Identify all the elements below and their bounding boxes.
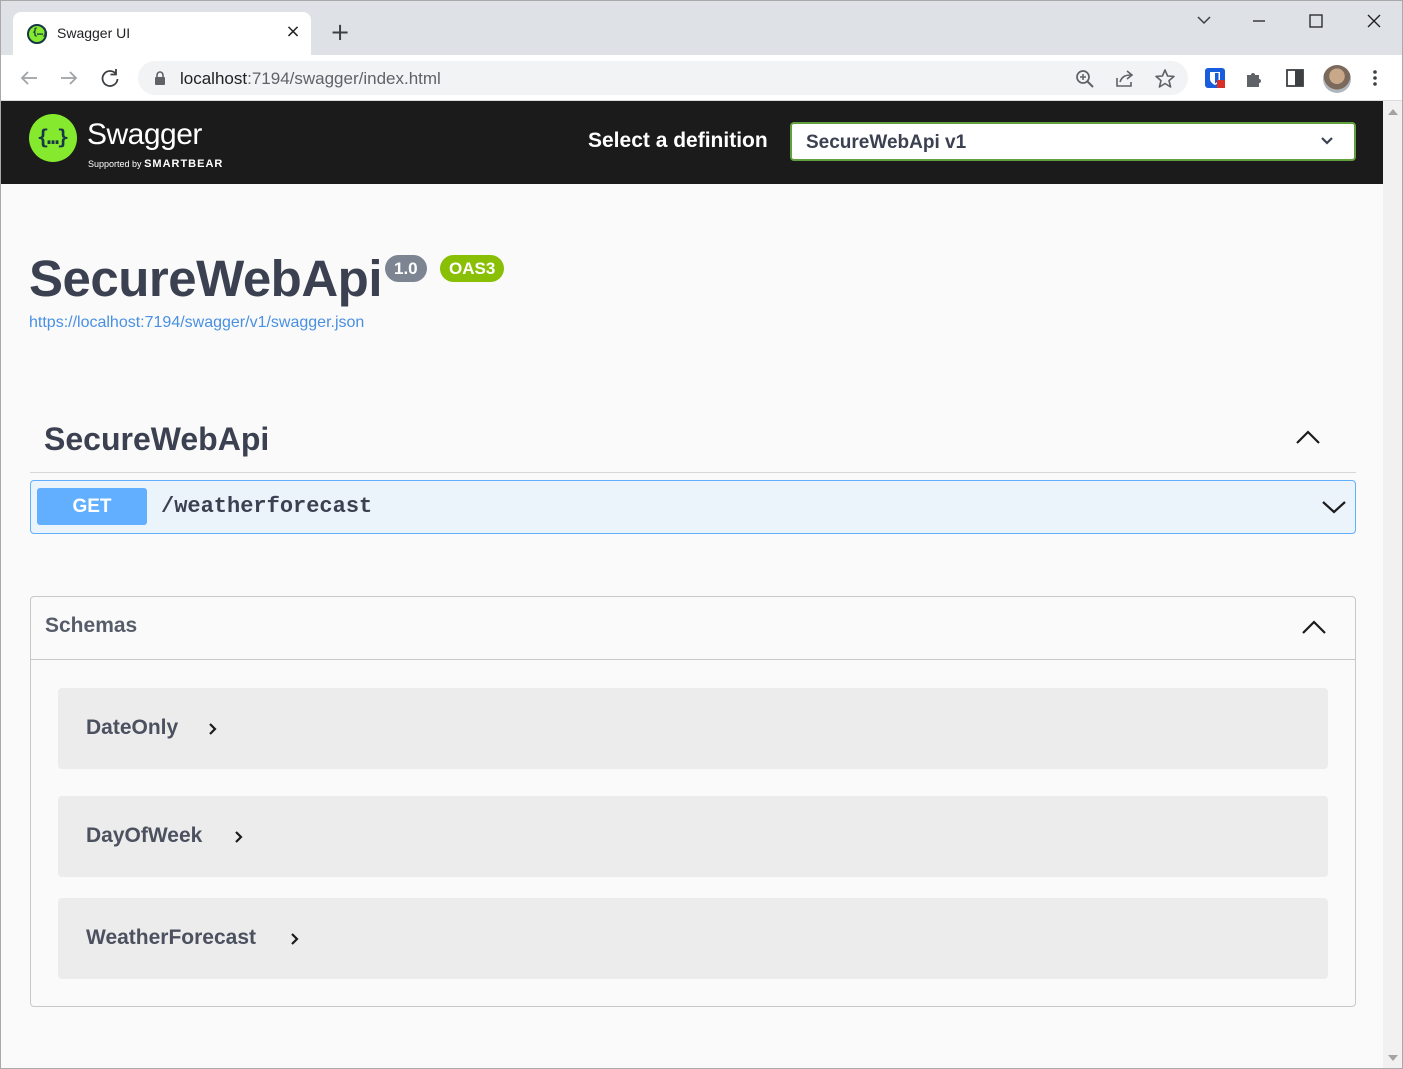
chevron-down-icon <box>1321 137 1333 145</box>
http-method-badge: GET <box>37 488 147 525</box>
chevron-up-icon[interactable] <box>1301 619 1327 635</box>
tab-title: Swagger UI <box>57 25 131 41</box>
swagger-logo-icon[interactable]: {…} <box>29 114 77 162</box>
chevron-right-icon[interactable] <box>234 829 244 845</box>
schemas-section: Schemas DateOnly DayOfWeek WeatherForeca… <box>30 596 1356 1007</box>
bookmark-star-icon[interactable] <box>1154 68 1176 90</box>
spec-json-link[interactable]: https://localhost:7194/swagger/v1/swagge… <box>29 314 364 332</box>
lock-icon[interactable] <box>154 71 166 85</box>
chevron-right-icon[interactable] <box>290 931 300 947</box>
definition-selected-value: SecureWebApi v1 <box>806 132 967 153</box>
page-viewport: {…} Swagger Supported by SMARTBEAR Selec… <box>1 101 1383 1068</box>
forward-icon[interactable] <box>56 65 82 91</box>
model-weather-forecast[interactable]: WeatherForecast <box>58 898 1328 979</box>
reload-icon[interactable] <box>97 65 123 91</box>
tag-name: SecureWebApi <box>44 421 270 457</box>
maximize-icon[interactable] <box>1301 9 1331 33</box>
bitwarden-extension-icon[interactable] <box>1204 67 1226 89</box>
operation-get-weatherforecast[interactable]: GET /weatherforecast <box>30 480 1356 534</box>
address-bar[interactable]: localhost:7194/swagger/index.html <box>138 61 1188 95</box>
swagger-brand[interactable]: Swagger <box>87 118 202 152</box>
profile-avatar[interactable] <box>1323 65 1351 93</box>
side-panel-icon[interactable] <box>1284 67 1306 89</box>
model-name: WeatherForecast <box>86 926 257 949</box>
smartbear-tagline: Supported by SMARTBEAR <box>88 158 224 170</box>
scroll-up-arrow-icon[interactable] <box>1388 109 1398 115</box>
operation-path: /weatherforecast <box>161 494 373 519</box>
chevron-up-icon[interactable] <box>1294 428 1322 446</box>
close-tab-icon[interactable]: × <box>283 22 303 42</box>
browser-window: {…} Swagger UI × + localhost:7194/swagge… <box>0 0 1403 1069</box>
share-icon[interactable] <box>1114 68 1136 90</box>
back-icon[interactable] <box>16 65 42 91</box>
model-name: DayOfWeek <box>86 824 203 847</box>
close-window-icon[interactable] <box>1359 9 1389 33</box>
chevron-right-icon[interactable] <box>208 721 218 737</box>
oas-badge: OAS3 <box>440 255 505 282</box>
tab-strip: {…} Swagger UI × + <box>1 1 1402 55</box>
extensions-puzzle-icon[interactable] <box>1244 67 1266 89</box>
vertical-scrollbar[interactable] <box>1383 101 1402 1068</box>
browser-toolbar: localhost:7194/swagger/index.html <box>1 55 1402 101</box>
new-tab-icon[interactable]: + <box>327 19 353 45</box>
scroll-down-arrow-icon[interactable] <box>1388 1055 1398 1061</box>
swagger-topbar: {…} Swagger Supported by SMARTBEAR Selec… <box>1 101 1383 184</box>
tag-section-header[interactable]: SecureWebApi <box>30 406 1356 473</box>
definition-select[interactable]: SecureWebApi v1 <box>790 122 1356 161</box>
schemas-header[interactable]: Schemas <box>31 597 1355 660</box>
chevron-down-icon[interactable] <box>1321 499 1347 515</box>
api-title: SecureWebApi <box>29 250 383 307</box>
model-date-only[interactable]: DateOnly <box>58 688 1328 769</box>
model-name: DateOnly <box>86 716 179 739</box>
tab-swagger-ui[interactable]: {…} Swagger UI × <box>13 12 311 55</box>
definition-label: Select a definition <box>588 129 768 152</box>
more-menu-icon[interactable] <box>1367 67 1383 89</box>
model-day-of-week[interactable]: DayOfWeek <box>58 796 1328 877</box>
zoom-icon[interactable] <box>1074 68 1096 90</box>
tab-search-icon[interactable] <box>1189 9 1219 33</box>
url-text[interactable]: localhost:7194/swagger/index.html <box>180 69 441 89</box>
minimize-icon[interactable] <box>1244 9 1274 33</box>
schemas-title: Schemas <box>45 614 138 637</box>
swagger-favicon-icon: {…} <box>27 24 48 44</box>
version-badge: 1.0 <box>385 255 427 282</box>
